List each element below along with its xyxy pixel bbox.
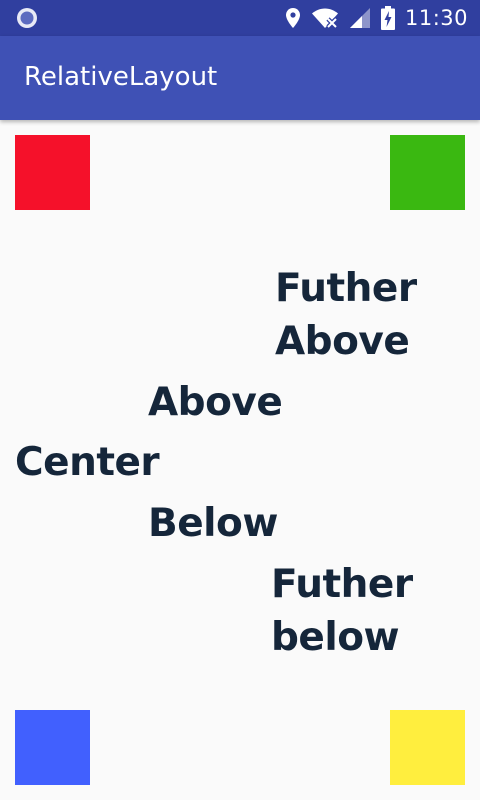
wifi-off-icon: [311, 8, 338, 29]
top-left-red-square: [15, 135, 90, 210]
status-icons: 11:30: [285, 0, 468, 36]
location-icon: [285, 8, 300, 28]
further-above-label: Futher Above: [275, 262, 417, 368]
app-bar: RelativeLayout: [0, 36, 480, 120]
app-notification-icon: [17, 8, 37, 28]
signal-icon: [349, 8, 370, 28]
center-label: Center: [15, 440, 160, 485]
battery-charging-icon: [380, 6, 395, 30]
bottom-right-yellow-square: [390, 710, 465, 785]
app-title: RelativeLayout: [24, 62, 218, 92]
below-label: Below: [148, 501, 278, 546]
status-time: 11:30: [404, 6, 468, 30]
further-below-label: Futher below: [271, 558, 413, 664]
further-above-line2: Above: [275, 319, 410, 364]
further-below-line1: Futher: [271, 562, 413, 607]
above-label: Above: [148, 380, 283, 425]
status-bar: 11:30: [0, 0, 480, 36]
bottom-left-blue-square: [15, 710, 90, 785]
further-above-line1: Futher: [275, 266, 417, 311]
further-below-line2: below: [271, 615, 400, 660]
top-right-green-square: [390, 135, 465, 210]
